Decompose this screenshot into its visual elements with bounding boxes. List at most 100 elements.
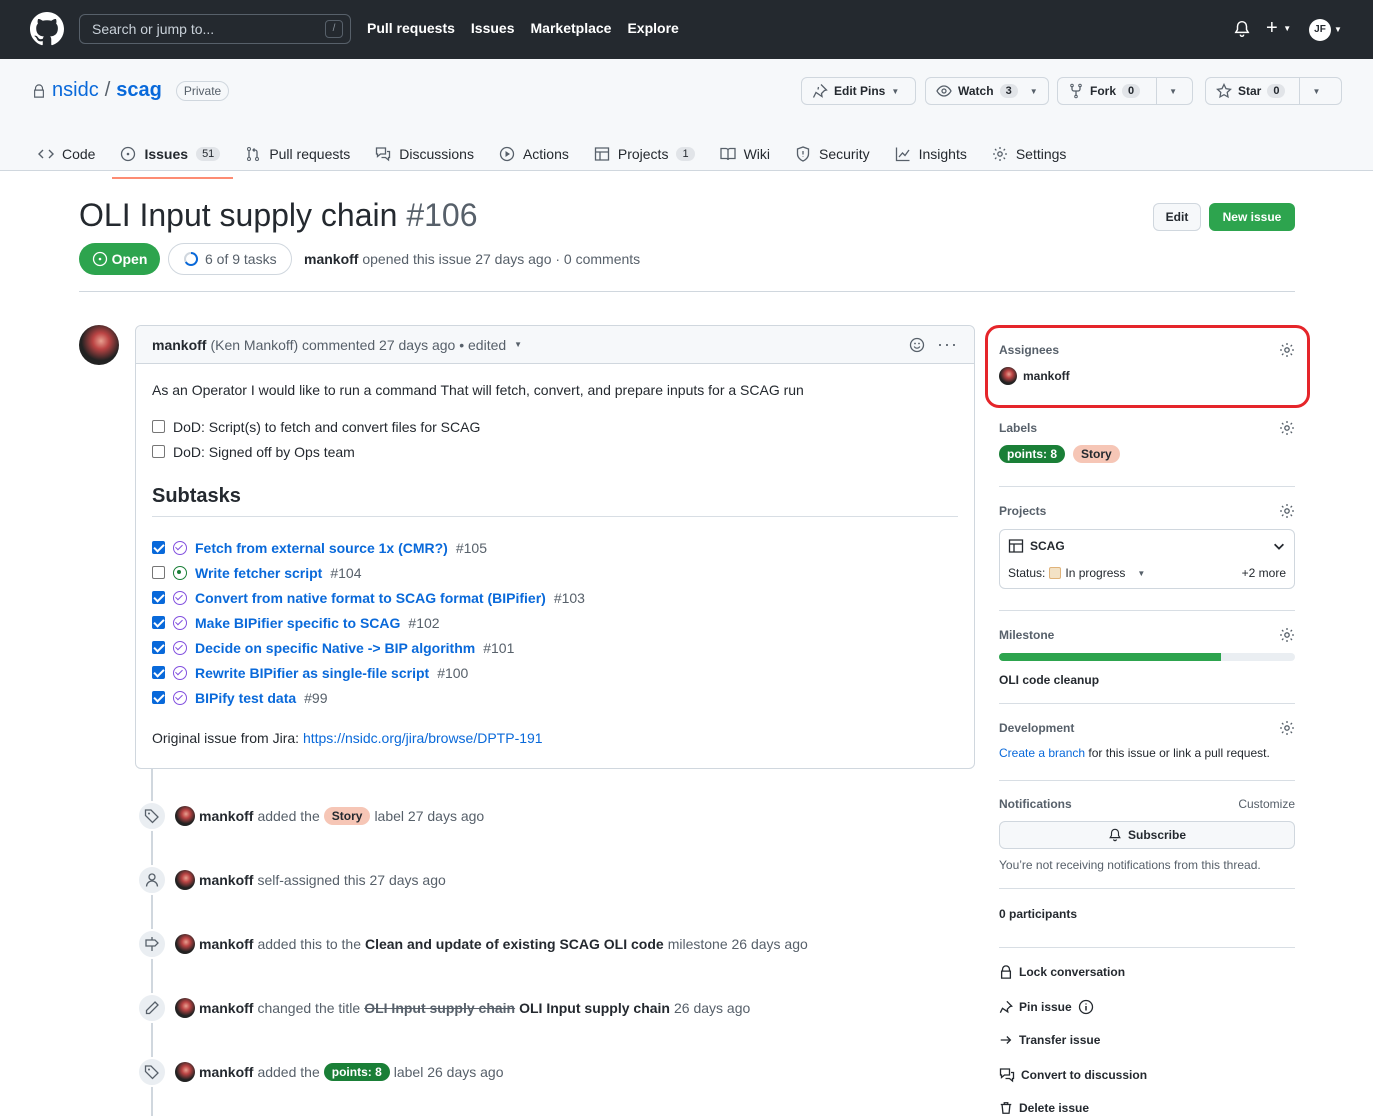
subtask-link[interactable]: Write fetcher script bbox=[195, 565, 322, 581]
lock-conversation-button[interactable]: Lock conversation bbox=[999, 965, 1125, 979]
info-icon[interactable] bbox=[1078, 999, 1094, 1015]
actor-avatar[interactable] bbox=[175, 870, 195, 890]
event-actor[interactable]: mankoff bbox=[199, 872, 253, 888]
star-button[interactable]: Star 0 ▼ bbox=[1205, 77, 1342, 105]
smiley-icon[interactable] bbox=[909, 337, 925, 353]
milestone-title: Milestone bbox=[999, 628, 1055, 642]
nav-pull-requests[interactable]: Pull requests bbox=[367, 20, 455, 36]
actor-avatar[interactable] bbox=[175, 806, 195, 826]
kebab-horizontal-icon[interactable]: ··· bbox=[937, 334, 958, 355]
actor-avatar[interactable] bbox=[175, 934, 195, 954]
assignee-item[interactable]: mankoff bbox=[999, 367, 1295, 385]
transfer-issue-button[interactable]: Transfer issue bbox=[999, 1033, 1100, 1047]
status-value[interactable]: In progress bbox=[1065, 566, 1125, 580]
milestone-header[interactable]: Milestone bbox=[999, 627, 1295, 643]
jira-link[interactable]: https://nsidc.org/jira/browse/DPTP-191 bbox=[303, 730, 543, 746]
bell-icon[interactable] bbox=[1233, 20, 1251, 38]
new-issue-button[interactable]: New issue bbox=[1209, 203, 1295, 231]
subtask-link[interactable]: Rewrite BIPifier as single-file script bbox=[195, 665, 429, 681]
repo-name-link[interactable]: scag bbox=[116, 79, 162, 102]
jira-reference: Original issue from Jira: https://nsidc.… bbox=[152, 728, 958, 748]
tab-pull-requests[interactable]: Pull requests bbox=[245, 137, 363, 171]
task-checkbox[interactable] bbox=[152, 691, 165, 704]
nav-marketplace[interactable]: Marketplace bbox=[531, 20, 612, 36]
author-avatar[interactable] bbox=[79, 325, 119, 365]
chevron-down-icon[interactable] bbox=[1272, 539, 1286, 553]
tab-code[interactable]: Code bbox=[38, 137, 108, 171]
gear-icon[interactable] bbox=[1279, 503, 1295, 519]
story-label[interactable]: Story bbox=[323, 807, 371, 825]
nav-explore[interactable]: Explore bbox=[627, 20, 678, 36]
milestone-link[interactable]: Clean and update of existing SCAG OLI co… bbox=[365, 936, 664, 952]
caret-down-icon[interactable]: ▼ bbox=[1312, 87, 1320, 96]
caret-down-icon[interactable]: ▼ bbox=[1334, 25, 1342, 34]
fork-button[interactable]: Fork 0 ▼ bbox=[1057, 77, 1193, 105]
comment-author[interactable]: mankoff bbox=[152, 337, 206, 353]
subtask-link[interactable]: Fetch from external source 1x (CMR?) bbox=[195, 540, 448, 556]
user-avatar[interactable]: JF bbox=[1309, 19, 1331, 41]
pin-issue-button[interactable]: Pin issue bbox=[999, 999, 1094, 1015]
event-actor[interactable]: mankoff bbox=[199, 1000, 253, 1016]
tab-discussions[interactable]: Discussions bbox=[375, 137, 487, 171]
watch-button[interactable]: Watch 3 ▼ bbox=[925, 77, 1049, 105]
edit-pins-button[interactable]: Edit Pins ▼ bbox=[801, 77, 916, 105]
gear-icon[interactable] bbox=[1279, 420, 1295, 436]
subtask-link[interactable]: Make BIPifier specific to SCAG bbox=[195, 615, 400, 631]
delete-issue-button[interactable]: Delete issue bbox=[999, 1101, 1089, 1115]
gear-icon[interactable] bbox=[1279, 342, 1295, 358]
actor-avatar[interactable] bbox=[175, 998, 195, 1018]
caret-down-icon[interactable]: ▼ bbox=[514, 340, 522, 349]
task-checkbox[interactable] bbox=[152, 616, 165, 629]
subscribe-button[interactable]: Subscribe bbox=[999, 821, 1295, 849]
nav-issues[interactable]: Issues bbox=[471, 20, 515, 36]
points-label[interactable]: points: 8 bbox=[999, 445, 1065, 463]
caret-down-icon[interactable]: ▼ bbox=[1169, 87, 1177, 96]
gear-icon[interactable] bbox=[1279, 627, 1295, 643]
caret-down-icon[interactable]: ▼ bbox=[1137, 569, 1145, 578]
tab-projects[interactable]: Projects 1 bbox=[594, 137, 708, 171]
projects-header[interactable]: Projects bbox=[999, 503, 1295, 519]
subtask-link[interactable]: Convert from native format to SCAG forma… bbox=[195, 590, 546, 606]
event-actor[interactable]: mankoff bbox=[199, 808, 253, 824]
subtask-link[interactable]: BIPify test data bbox=[195, 690, 296, 706]
customize-link[interactable]: Customize bbox=[1238, 797, 1295, 811]
task-checkbox[interactable] bbox=[152, 420, 165, 433]
tab-wiki[interactable]: Wiki bbox=[719, 137, 783, 171]
event-actor[interactable]: mankoff bbox=[199, 936, 253, 952]
task-checkbox[interactable] bbox=[152, 641, 165, 654]
repo-title: nsidc / scag Private bbox=[32, 79, 230, 102]
tab-settings[interactable]: Settings bbox=[992, 137, 1080, 171]
event-actor[interactable]: mankoff bbox=[199, 1064, 253, 1080]
project-row[interactable]: SCAG bbox=[1008, 538, 1286, 554]
repo-owner-link[interactable]: nsidc bbox=[52, 79, 99, 102]
points-label[interactable]: points: 8 bbox=[323, 1063, 390, 1081]
watch-count: 3 bbox=[999, 84, 1018, 98]
github-logo-icon[interactable] bbox=[30, 12, 64, 46]
task-checkbox[interactable] bbox=[152, 445, 165, 458]
tab-issues[interactable]: Issues 51 bbox=[112, 137, 234, 179]
lock-conversation-label: Lock conversation bbox=[1019, 965, 1126, 979]
issue-author[interactable]: mankoff bbox=[304, 251, 358, 267]
search-input[interactable]: Search or jump to... / bbox=[79, 14, 351, 44]
more-fields-link[interactable]: +2 more bbox=[1242, 566, 1286, 580]
task-progress[interactable]: 6 of 9 tasks bbox=[168, 243, 292, 275]
tab-insights[interactable]: Insights bbox=[895, 137, 980, 171]
development-header[interactable]: Development bbox=[999, 720, 1295, 736]
edit-title-button[interactable]: Edit bbox=[1153, 203, 1201, 231]
tab-actions[interactable]: Actions bbox=[499, 137, 582, 171]
task-checkbox[interactable] bbox=[152, 666, 165, 679]
actor-avatar[interactable] bbox=[175, 1062, 195, 1082]
subtask-link[interactable]: Decide on specific Native -> BIP algorit… bbox=[195, 640, 475, 656]
story-label[interactable]: Story bbox=[1073, 445, 1120, 463]
tab-security[interactable]: Security bbox=[795, 137, 883, 171]
task-checkbox[interactable] bbox=[152, 566, 165, 579]
create-new-dropdown[interactable]: + ▼ bbox=[1266, 17, 1291, 40]
convert-to-discussion-button[interactable]: Convert to discussion bbox=[999, 1067, 1147, 1083]
task-checkbox[interactable] bbox=[152, 591, 165, 604]
milestone-link[interactable]: OLI code cleanup bbox=[999, 673, 1295, 687]
create-branch-link[interactable]: Create a branch bbox=[999, 746, 1085, 760]
labels-header[interactable]: Labels bbox=[999, 420, 1295, 436]
task-checkbox[interactable] bbox=[152, 541, 165, 554]
assignees-header[interactable]: Assignees bbox=[999, 342, 1295, 358]
gear-icon[interactable] bbox=[1279, 720, 1295, 736]
